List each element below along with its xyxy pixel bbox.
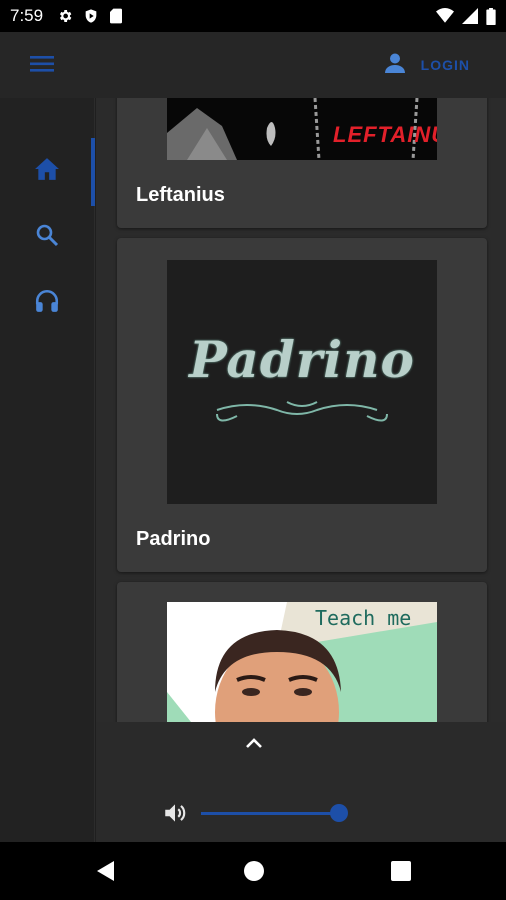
artist-art-text: Teach me [315,606,412,630]
status-time: 7:59 [10,6,44,25]
artist-card[interactable]: Padrino Padrino [117,238,487,572]
login-label: LOGIN [420,57,470,73]
chevron-up-icon[interactable] [242,732,266,756]
artist-art-text: Padrino [189,330,415,389]
status-bar: 7:59 [0,0,506,32]
artist-art: LEFTAINUS [167,98,437,160]
home-icon [34,157,60,186]
wifi-icon [436,8,454,24]
battery-icon [486,7,496,25]
volume-icon[interactable] [162,800,188,826]
settings-icon [57,8,73,24]
artist-card[interactable]: LEFTAINUS Leftanius [117,98,487,228]
user-icon [383,51,407,80]
rail-item-library[interactable] [32,288,62,318]
artist-name: Leftanius [136,184,225,206]
rail-item-home[interactable] [32,156,62,186]
headphones-icon [34,288,60,319]
login-button[interactable]: LOGIN [383,50,470,80]
player-bar [96,722,506,842]
volume-slider-track[interactable] [201,812,339,815]
artist-art-text: LEFTAINUS [333,122,437,147]
recents-icon[interactable] [389,859,413,883]
volume-slider-thumb[interactable] [330,804,348,822]
side-rail [0,98,95,842]
signal-icon [462,8,478,24]
back-icon[interactable] [94,859,118,883]
rail-item-search[interactable] [32,222,62,252]
system-nav-bar [0,842,506,900]
status-icons-left [57,8,123,24]
artist-name: Padrino [136,528,211,550]
search-icon [35,223,59,252]
artist-card[interactable]: Teach me [117,582,487,722]
artist-art: Teach me [167,602,437,722]
menu-icon[interactable] [29,53,55,75]
sd-card-icon [109,8,123,24]
app-bar: LOGIN [0,32,506,98]
play-protect-icon [83,8,99,24]
artist-art: Padrino [167,260,437,504]
home-circle-icon[interactable] [242,859,266,883]
status-icons-right [436,7,496,25]
artist-list[interactable]: LEFTAINUS Leftanius Padrino Padrino [96,98,506,722]
rail-active-indicator [91,138,95,206]
